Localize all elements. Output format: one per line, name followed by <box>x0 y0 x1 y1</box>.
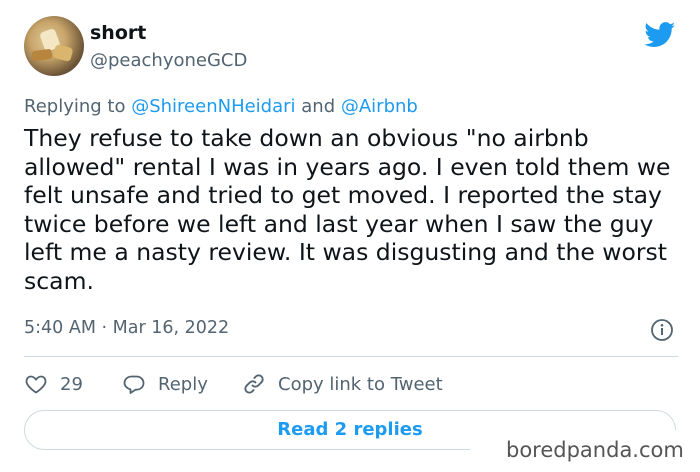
user-handle[interactable]: @peachyoneGCD <box>90 50 247 71</box>
avatar-image-detail <box>52 43 74 63</box>
reply-label: Reply <box>158 373 208 395</box>
replying-to-prefix: Replying to <box>24 96 132 117</box>
tweet-actions: 29 Reply Copy link to Tweet <box>24 370 678 398</box>
like-button[interactable]: 29 <box>24 370 83 398</box>
link-icon <box>244 374 264 394</box>
divider <box>24 356 678 357</box>
tweet-timestamp[interactable]: 5:40 AM · Mar 16, 2022 <box>24 318 229 338</box>
display-name[interactable]: short <box>90 22 146 44</box>
twitter-bird-icon[interactable] <box>644 22 676 48</box>
watermark-text: boredpanda.com <box>506 438 684 462</box>
like-count: 29 <box>60 373 83 395</box>
watermark: boredpanda.com <box>470 430 700 472</box>
reply-button[interactable]: Reply <box>122 370 208 398</box>
heart-icon <box>25 375 47 394</box>
copy-link-button[interactable]: Copy link to Tweet <box>242 370 443 398</box>
tweet-header: short @peachyoneGCD <box>24 16 684 80</box>
tweet-text: They refuse to take down an obvious "no … <box>24 124 671 295</box>
mention-link[interactable]: @ShireenNHeidari <box>131 96 295 117</box>
mention-link[interactable]: @Airbnb <box>341 96 418 117</box>
replying-to-joiner: and <box>295 96 341 117</box>
avatar-image-detail <box>31 48 53 62</box>
replying-to: Replying to @ShireenNHeidari and @Airbnb <box>24 96 418 117</box>
copy-link-label: Copy link to Tweet <box>278 373 443 395</box>
reply-bubble-icon <box>123 375 145 394</box>
tweet-card: short @peachyoneGCD Replying to @Shireen… <box>0 0 700 472</box>
info-icon[interactable] <box>650 318 674 342</box>
avatar[interactable] <box>24 16 84 76</box>
